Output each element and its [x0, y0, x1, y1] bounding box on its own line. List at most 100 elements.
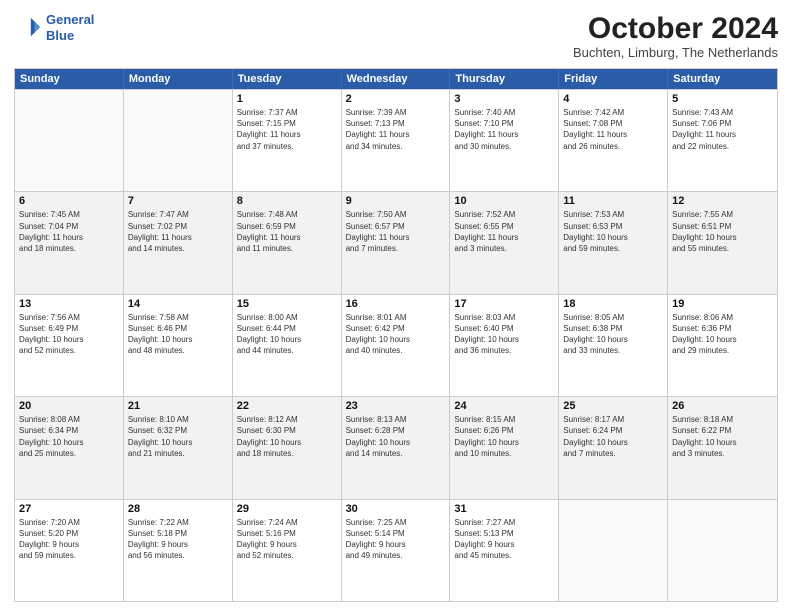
- day-number: 8: [237, 195, 337, 207]
- header-day-monday: Monday: [124, 69, 233, 89]
- day-number: 1: [237, 93, 337, 105]
- day-info: Sunrise: 8:17 AM Sunset: 6:24 PM Dayligh…: [563, 414, 663, 459]
- day-info: Sunrise: 7:56 AM Sunset: 6:49 PM Dayligh…: [19, 312, 119, 357]
- day-info: Sunrise: 7:53 AM Sunset: 6:53 PM Dayligh…: [563, 209, 663, 254]
- header-day-tuesday: Tuesday: [233, 69, 342, 89]
- day-cell-30: 30 Sunrise: 7:25 AM Sunset: 5:14 PM Dayli…: [342, 500, 451, 601]
- week-row-3: 13 Sunrise: 7:56 AM Sunset: 6:49 PM Dayli…: [15, 294, 777, 396]
- day-info: Sunrise: 8:03 AM Sunset: 6:40 PM Dayligh…: [454, 312, 554, 357]
- day-info: Sunrise: 8:06 AM Sunset: 6:36 PM Dayligh…: [672, 312, 773, 357]
- day-number: 26: [672, 400, 773, 412]
- day-cell-1: 1 Sunrise: 7:37 AM Sunset: 7:15 PM Daylig…: [233, 90, 342, 191]
- day-cell-23: 23 Sunrise: 8:13 AM Sunset: 6:28 PM Dayli…: [342, 397, 451, 498]
- day-number: 27: [19, 503, 119, 515]
- day-number: 9: [346, 195, 446, 207]
- day-number: 4: [563, 93, 663, 105]
- week-row-5: 27 Sunrise: 7:20 AM Sunset: 5:20 PM Dayli…: [15, 499, 777, 601]
- month-title: October 2024: [573, 12, 778, 45]
- day-number: 14: [128, 298, 228, 310]
- day-cell-12: 12Sunrise: 7:55 AM Sunset: 6:51 PM Dayli…: [668, 192, 777, 293]
- logo: General Blue: [14, 12, 94, 43]
- header: General Blue October 2024 Buchten, Limbu…: [14, 12, 778, 60]
- day-number: 21: [128, 400, 228, 412]
- day-cell-4: 4 Sunrise: 7:42 AM Sunset: 7:08 PM Daylig…: [559, 90, 668, 191]
- header-day-saturday: Saturday: [668, 69, 777, 89]
- empty-cell: [124, 90, 233, 191]
- logo-text: General Blue: [46, 12, 94, 43]
- day-info: Sunrise: 7:45 AM Sunset: 7:04 PM Dayligh…: [19, 209, 119, 254]
- day-number: 22: [237, 400, 337, 412]
- day-info: Sunrise: 7:52 AM Sunset: 6:55 PM Dayligh…: [454, 209, 554, 254]
- day-info: Sunrise: 7:43 AM Sunset: 7:06 PM Dayligh…: [672, 107, 773, 152]
- day-info: Sunrise: 7:37 AM Sunset: 7:15 PM Dayligh…: [237, 107, 337, 152]
- day-cell-18: 18Sunrise: 8:05 AM Sunset: 6:38 PM Dayli…: [559, 295, 668, 396]
- empty-cell: [15, 90, 124, 191]
- day-cell-25: 25 Sunrise: 8:17 AM Sunset: 6:24 PM Dayli…: [559, 397, 668, 498]
- title-block: October 2024 Buchten, Limburg, The Nethe…: [573, 12, 778, 60]
- calendar: SundayMondayTuesdayWednesdayThursdayFrid…: [14, 68, 778, 602]
- day-cell-19: 19 Sunrise: 8:06 AM Sunset: 6:36 PM Dayli…: [668, 295, 777, 396]
- subtitle: Buchten, Limburg, The Netherlands: [573, 45, 778, 60]
- day-number: 5: [672, 93, 773, 105]
- day-number: 7: [128, 195, 228, 207]
- day-cell-7: 7 Sunrise: 7:47 AM Sunset: 7:02 PM Daylig…: [124, 192, 233, 293]
- day-cell-8: 8 Sunrise: 7:48 AM Sunset: 6:59 PM Daylig…: [233, 192, 342, 293]
- day-cell-9: 9 Sunrise: 7:50 AM Sunset: 6:57 PM Daylig…: [342, 192, 451, 293]
- day-number: 19: [672, 298, 773, 310]
- day-info: Sunrise: 7:50 AM Sunset: 6:57 PM Dayligh…: [346, 209, 446, 254]
- day-number: 25: [563, 400, 663, 412]
- day-info: Sunrise: 8:05 AM Sunset: 6:38 PM Dayligh…: [563, 312, 663, 357]
- day-cell-29: 29 Sunrise: 7:24 AM Sunset: 5:16 PM Dayli…: [233, 500, 342, 601]
- page: General Blue October 2024 Buchten, Limbu…: [0, 0, 792, 612]
- day-cell-16: 16Sunrise: 8:01 AM Sunset: 6:42 PM Dayli…: [342, 295, 451, 396]
- header-day-sunday: Sunday: [15, 69, 124, 89]
- day-number: 20: [19, 400, 119, 412]
- day-info: Sunrise: 8:13 AM Sunset: 6:28 PM Dayligh…: [346, 414, 446, 459]
- empty-cell: [668, 500, 777, 601]
- day-info: Sunrise: 8:12 AM Sunset: 6:30 PM Dayligh…: [237, 414, 337, 459]
- day-number: 11: [563, 195, 663, 207]
- day-cell-24: 24Sunrise: 8:15 AM Sunset: 6:26 PM Dayli…: [450, 397, 559, 498]
- day-info: Sunrise: 7:22 AM Sunset: 5:18 PM Dayligh…: [128, 517, 228, 562]
- day-info: Sunrise: 8:10 AM Sunset: 6:32 PM Dayligh…: [128, 414, 228, 459]
- day-number: 13: [19, 298, 119, 310]
- day-info: Sunrise: 7:40 AM Sunset: 7:10 PM Dayligh…: [454, 107, 554, 152]
- day-info: Sunrise: 7:27 AM Sunset: 5:13 PM Dayligh…: [454, 517, 554, 562]
- day-number: 29: [237, 503, 337, 515]
- day-cell-31: 31Sunrise: 7:27 AM Sunset: 5:13 PM Dayli…: [450, 500, 559, 601]
- day-number: 17: [454, 298, 554, 310]
- day-cell-27: 27 Sunrise: 7:20 AM Sunset: 5:20 PM Dayli…: [15, 500, 124, 601]
- week-row-4: 20 Sunrise: 8:08 AM Sunset: 6:34 PM Dayli…: [15, 396, 777, 498]
- day-info: Sunrise: 7:24 AM Sunset: 5:16 PM Dayligh…: [237, 517, 337, 562]
- day-cell-21: 21 Sunrise: 8:10 AM Sunset: 6:32 PM Dayli…: [124, 397, 233, 498]
- day-cell-26: 26Sunrise: 8:18 AM Sunset: 6:22 PM Dayli…: [668, 397, 777, 498]
- day-info: Sunrise: 8:00 AM Sunset: 6:44 PM Dayligh…: [237, 312, 337, 357]
- day-info: Sunrise: 7:47 AM Sunset: 7:02 PM Dayligh…: [128, 209, 228, 254]
- day-cell-2: 2Sunrise: 7:39 AM Sunset: 7:13 PM Daylig…: [342, 90, 451, 191]
- day-number: 3: [454, 93, 554, 105]
- day-number: 16: [346, 298, 446, 310]
- day-info: Sunrise: 7:25 AM Sunset: 5:14 PM Dayligh…: [346, 517, 446, 562]
- day-cell-11: 11 Sunrise: 7:53 AM Sunset: 6:53 PM Dayli…: [559, 192, 668, 293]
- logo-line1: General: [46, 12, 94, 28]
- day-info: Sunrise: 8:08 AM Sunset: 6:34 PM Dayligh…: [19, 414, 119, 459]
- day-number: 23: [346, 400, 446, 412]
- day-number: 15: [237, 298, 337, 310]
- calendar-body: 1 Sunrise: 7:37 AM Sunset: 7:15 PM Daylig…: [15, 89, 777, 601]
- logo-line2: Blue: [46, 28, 94, 44]
- calendar-header: SundayMondayTuesdayWednesdayThursdayFrid…: [15, 69, 777, 89]
- header-day-thursday: Thursday: [450, 69, 559, 89]
- day-cell-20: 20 Sunrise: 8:08 AM Sunset: 6:34 PM Dayli…: [15, 397, 124, 498]
- logo-icon: [14, 14, 42, 42]
- day-info: Sunrise: 7:20 AM Sunset: 5:20 PM Dayligh…: [19, 517, 119, 562]
- day-info: Sunrise: 7:42 AM Sunset: 7:08 PM Dayligh…: [563, 107, 663, 152]
- day-info: Sunrise: 7:55 AM Sunset: 6:51 PM Dayligh…: [672, 209, 773, 254]
- day-number: 30: [346, 503, 446, 515]
- day-info: Sunrise: 7:48 AM Sunset: 6:59 PM Dayligh…: [237, 209, 337, 254]
- day-number: 10: [454, 195, 554, 207]
- day-info: Sunrise: 7:58 AM Sunset: 6:46 PM Dayligh…: [128, 312, 228, 357]
- day-info: Sunrise: 7:39 AM Sunset: 7:13 PM Dayligh…: [346, 107, 446, 152]
- day-cell-3: 3 Sunrise: 7:40 AM Sunset: 7:10 PM Daylig…: [450, 90, 559, 191]
- day-cell-10: 10 Sunrise: 7:52 AM Sunset: 6:55 PM Dayli…: [450, 192, 559, 293]
- day-cell-17: 17 Sunrise: 8:03 AM Sunset: 6:40 PM Dayli…: [450, 295, 559, 396]
